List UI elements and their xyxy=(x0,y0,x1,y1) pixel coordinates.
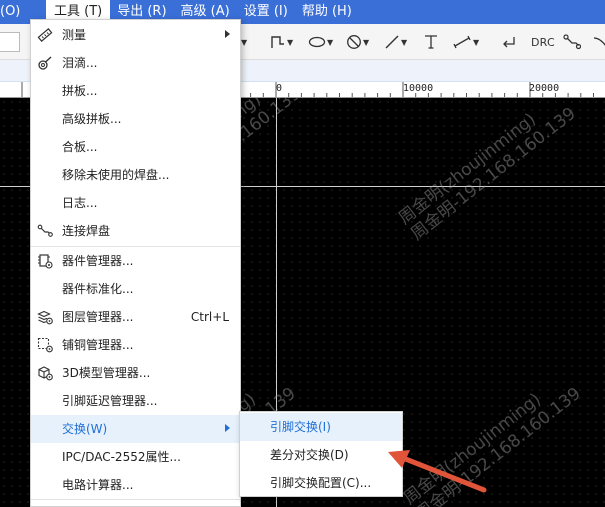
menu-item-log[interactable]: 日志... xyxy=(31,189,240,217)
menu-settings[interactable]: 设置 (I) xyxy=(237,0,295,24)
menu-item-ipc-dac-properties[interactable]: IPC/DAC-2552属性... xyxy=(31,443,240,471)
arc-tool[interactable] xyxy=(592,30,605,54)
menu-item-copper-pour-manager[interactable]: 铺铜管理器... xyxy=(31,331,240,359)
watermark: 周金明(zhoujinming) 周金明-192.168.160.139 xyxy=(400,383,585,507)
no-entry-icon xyxy=(347,35,361,49)
menu-separator xyxy=(31,499,240,500)
chevron-down-icon: ▼ xyxy=(473,37,480,47)
drc-label: DRC xyxy=(531,35,555,49)
chevron-down-icon: ▼ xyxy=(327,37,334,47)
connect-pads-icon xyxy=(37,224,53,237)
menu-item-teardrop[interactable]: 泪滴... xyxy=(31,49,240,77)
menu-item-component-standardize[interactable]: 器件标准化... xyxy=(31,275,240,303)
route-tool[interactable] xyxy=(563,30,581,54)
dimension-tool[interactable]: ▼ xyxy=(452,30,479,54)
menu-item-swap[interactable]: 交换(W) xyxy=(31,415,240,443)
line-tool[interactable]: ▼ xyxy=(384,30,407,54)
arc-icon xyxy=(593,37,605,46)
swap-submenu: 引脚交换(I) 差分对交换(D) 引脚交换配置(C)... xyxy=(239,411,403,497)
line-icon xyxy=(385,35,399,49)
submenu-arrow-icon xyxy=(225,30,230,38)
text-icon xyxy=(425,35,437,49)
teardrop-icon xyxy=(38,56,52,70)
no-connect-tool[interactable]: ▼ xyxy=(346,30,369,54)
menu-item-merge-board[interactable]: 合板... xyxy=(31,133,240,161)
submenu-arrow-icon xyxy=(225,424,230,432)
ruler-label: 10000 xyxy=(403,83,434,94)
drc-button[interactable]: DRC xyxy=(531,30,555,54)
menu-item-circuit-calculator[interactable]: 电路计算器... xyxy=(31,471,240,499)
chevron-down-icon: ▼ xyxy=(287,37,294,47)
chevron-down-icon: ▼ xyxy=(241,37,248,47)
3d-model-icon xyxy=(38,366,53,381)
menu-item-3d-model-manager[interactable]: 3D模型管理器... xyxy=(31,359,240,387)
menu-item-measure[interactable]: 测量 xyxy=(31,21,240,49)
submenu-item-diff-pair-swap[interactable]: 差分对交换(D) xyxy=(240,441,402,469)
menu-item-advanced-panelize[interactable]: 高级拼板... xyxy=(31,105,240,133)
menu-item-connect-pads[interactable]: 连接焊盘 xyxy=(31,217,240,245)
layer-manager-icon xyxy=(37,310,53,325)
menu-item-remove-unused-pads[interactable]: 移除未使用的焊盘... xyxy=(31,161,240,189)
submenu-item-pin-swap-config[interactable]: 引脚交换配置(C)... xyxy=(240,469,402,497)
copper-pour-manager-icon xyxy=(37,337,53,353)
import-changes-tool[interactable] xyxy=(500,30,518,54)
menu-format[interactable]: (O) xyxy=(0,0,22,24)
polyline-tool[interactable]: ▼ xyxy=(270,30,293,54)
submenu-item-pin-swap[interactable]: 引脚交换(I) xyxy=(240,413,402,441)
watermark: 周金明(zhoujinming) 周金明-192.168.160.139 xyxy=(395,103,580,245)
menu-help[interactable]: 帮助 (H) xyxy=(295,0,359,24)
menu-item-component-manager[interactable]: 器件管理器... xyxy=(31,247,240,275)
dimension-icon xyxy=(453,35,471,49)
ellipse-icon xyxy=(308,36,326,48)
component-manager-icon xyxy=(38,254,53,269)
toolbar-dropdown-field[interactable] xyxy=(0,32,20,52)
shortcut-label: Ctrl+L xyxy=(190,310,229,324)
menu-item-layer-manager[interactable]: 图层管理器... Ctrl+L xyxy=(31,303,240,331)
ruler-label: 20000 xyxy=(529,83,560,94)
chevron-down-icon: ▼ xyxy=(363,37,370,47)
ruler-icon xyxy=(37,28,53,42)
chevron-down-icon: ▼ xyxy=(401,37,408,47)
menu-item-pin-delay-manager[interactable]: 引脚延迟管理器... xyxy=(31,387,240,415)
tools-menu: 测量 泪滴... 拼板... 高级拼板... 合板... 移除未使用的焊盘...… xyxy=(30,19,241,507)
toolbar-tool-dropdown[interactable]: ▼ xyxy=(240,30,247,54)
polyline-icon xyxy=(271,36,284,48)
route-track-icon xyxy=(563,34,581,50)
ellipse-tool[interactable]: ▼ xyxy=(308,30,333,54)
text-tool[interactable] xyxy=(423,30,439,54)
return-arrow-icon xyxy=(503,37,515,48)
ruler-label: 0 xyxy=(276,83,283,94)
menu-item-panelize[interactable]: 拼板... xyxy=(31,77,240,105)
